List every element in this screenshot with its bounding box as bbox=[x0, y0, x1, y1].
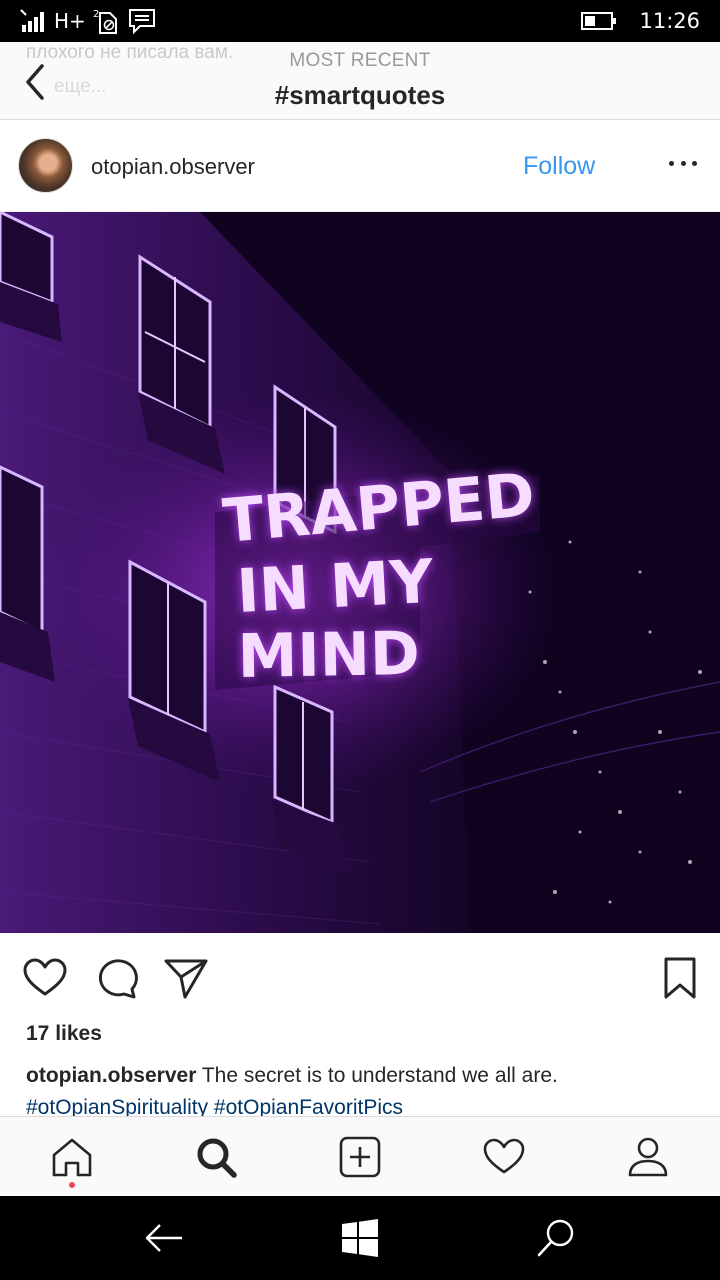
back-arrow-icon[interactable] bbox=[18, 62, 54, 102]
page-title: #smartquotes bbox=[274, 80, 446, 110]
signal-bars-icon bbox=[20, 9, 44, 32]
activity-heart-icon[interactable] bbox=[482, 1135, 526, 1179]
battery-icon bbox=[581, 12, 617, 30]
caption-hashtags[interactable]: #otOpianSpirituality #otOpianFavoritPics bbox=[26, 1096, 403, 1116]
home-icon[interactable] bbox=[50, 1135, 94, 1179]
neon-line-3: MIND bbox=[237, 619, 420, 692]
neon-sign-illustration: TRAPPED IN MY MIND TRAPPED IN MY MIND bbox=[0, 212, 720, 933]
system-nav-bar bbox=[0, 1196, 720, 1280]
post-username[interactable]: otopian.observer bbox=[91, 154, 255, 180]
windows-start-icon[interactable] bbox=[338, 1216, 382, 1260]
new-post-icon[interactable] bbox=[338, 1135, 382, 1179]
heart-icon[interactable] bbox=[22, 955, 68, 1001]
profile-icon[interactable] bbox=[626, 1135, 670, 1179]
comment-icon[interactable] bbox=[94, 955, 140, 1001]
neon-line-2: IN MY bbox=[235, 547, 437, 627]
post-header: otopian.observer Follow bbox=[0, 120, 720, 212]
header-subtitle: MOST RECENT bbox=[289, 50, 431, 71]
post-caption: otopian.observer The secret is to unders… bbox=[26, 1064, 558, 1088]
app-tab-bar bbox=[0, 1116, 720, 1196]
caption-text: The secret is to understand we all are. bbox=[196, 1064, 558, 1087]
svg-text:2: 2 bbox=[93, 9, 99, 20]
search-icon[interactable] bbox=[194, 1135, 238, 1179]
post-actions bbox=[0, 933, 720, 1018]
avatar[interactable] bbox=[18, 138, 73, 193]
network-type: H+ bbox=[54, 9, 86, 33]
share-icon[interactable] bbox=[163, 955, 209, 1001]
post-image[interactable]: TRAPPED IN MY MIND TRAPPED IN MY MIND bbox=[0, 212, 720, 933]
message-icon bbox=[128, 9, 155, 34]
clock: 11:26 bbox=[639, 9, 700, 33]
more-options-icon[interactable] bbox=[665, 148, 701, 178]
bookmark-icon[interactable] bbox=[657, 955, 703, 1001]
likes-count[interactable]: 17 likes bbox=[26, 1022, 102, 1046]
caption-username[interactable]: otopian.observer bbox=[26, 1064, 196, 1087]
sim-icon: 2 bbox=[93, 9, 117, 34]
notification-dot bbox=[69, 1182, 75, 1188]
system-back-icon[interactable] bbox=[142, 1216, 186, 1260]
follow-button[interactable]: Follow bbox=[523, 152, 595, 181]
system-search-icon[interactable] bbox=[534, 1216, 578, 1260]
status-bar: H+ 2 11:26 bbox=[0, 0, 720, 42]
page-header: плохого не писала вам. еще... MOST RECEN… bbox=[0, 42, 720, 120]
